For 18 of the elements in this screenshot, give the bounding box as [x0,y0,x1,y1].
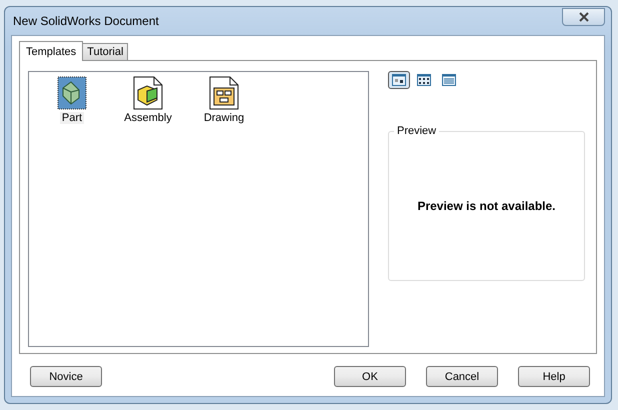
assembly-icon[interactable] [133,76,163,110]
window-title: New SolidWorks Document [12,14,159,28]
close-button[interactable] [562,8,605,26]
template-label[interactable]: Part [60,112,84,124]
tab[interactable]: Templates [19,41,84,61]
tab[interactable]: Tutorial [82,43,128,60]
novice-button[interactable]: Novice [30,366,102,387]
dialog-button[interactable]: OK [334,366,406,387]
large-icons-button[interactable] [388,71,410,89]
dialog-button[interactable]: Cancel [426,366,498,387]
group-title: Preview [394,125,440,137]
part-icon[interactable] [57,76,87,110]
close-icon [578,12,590,22]
drawing-icon[interactable] [209,76,239,110]
template-label[interactable]: Assembly [122,112,174,124]
dialog-button[interactable]: Help [518,366,590,387]
template-label[interactable]: Drawing [202,112,246,124]
preview-message: Preview is not available. [417,199,556,213]
